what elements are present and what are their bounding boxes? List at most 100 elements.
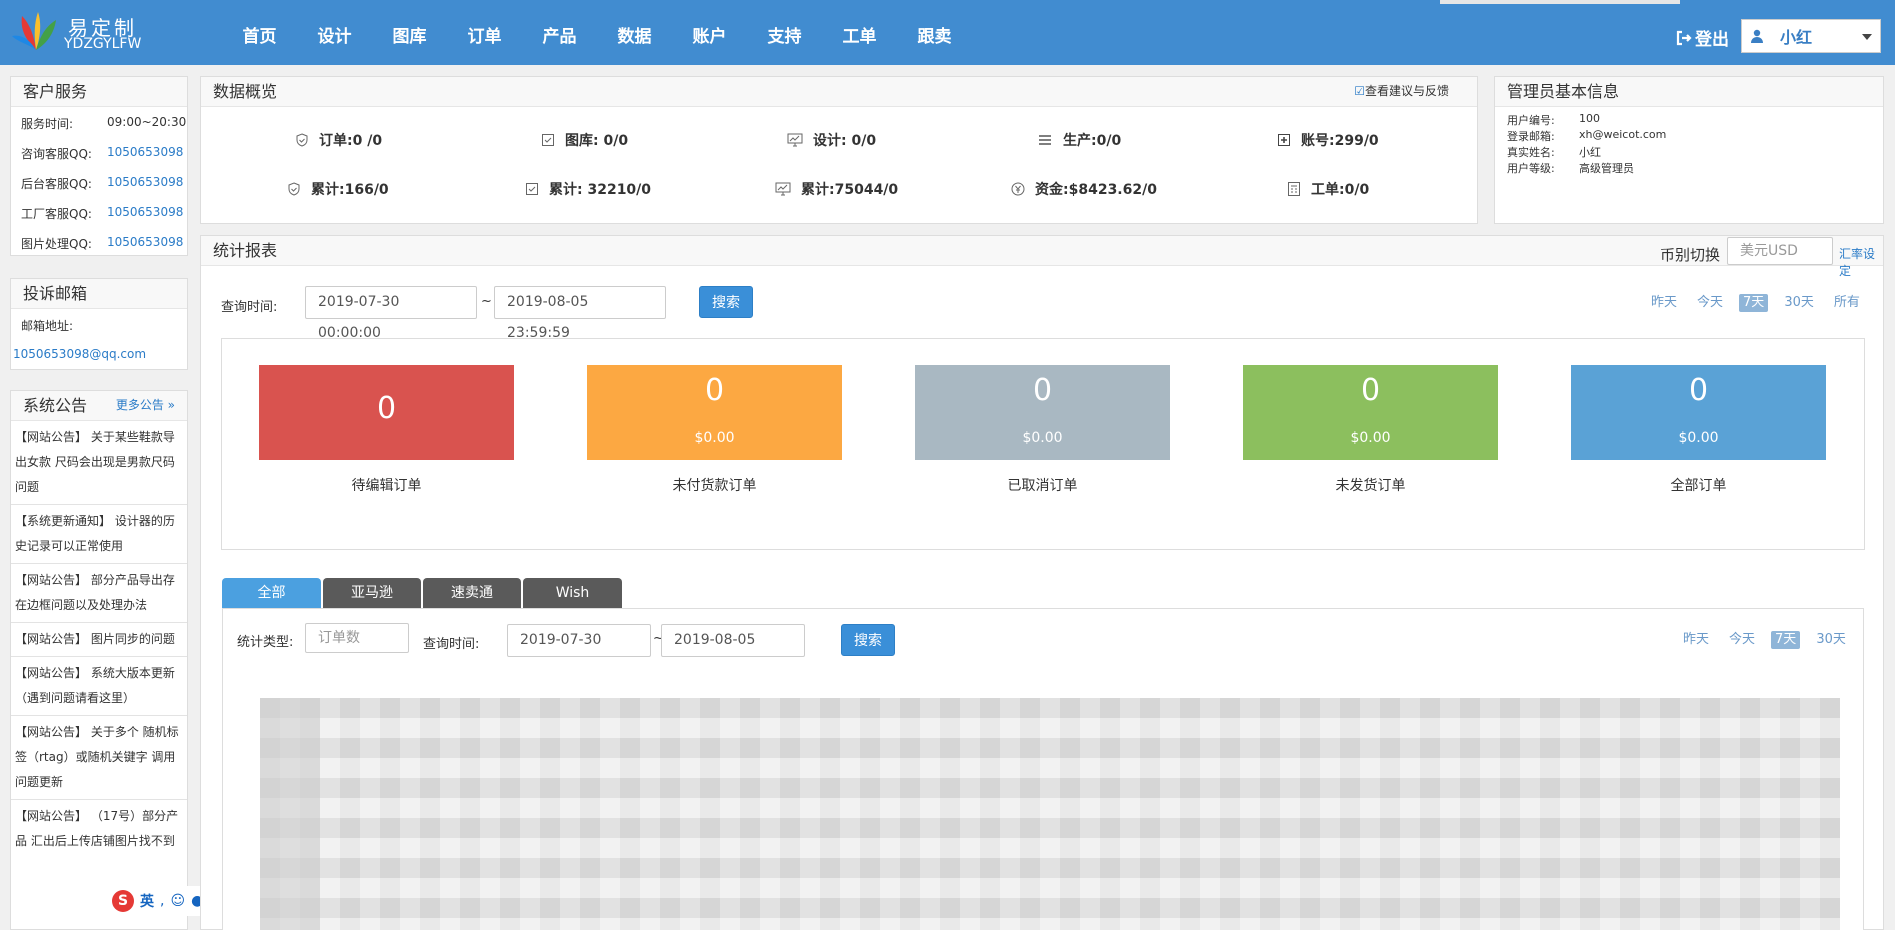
overview-funds: 资金:$8423.62/0	[1011, 179, 1157, 199]
range-today[interactable]: 今天	[1725, 631, 1759, 649]
feedback-label: 查看建议与反馈	[1364, 84, 1449, 98]
shield-check-icon	[288, 182, 300, 196]
card-unshipped-label: 未发货订单	[1335, 478, 1406, 494]
stat-type-select[interactable]: 订单数	[305, 623, 409, 653]
platform-start-date-input[interactable]: 2019-07-30	[507, 624, 651, 657]
edit-icon: ☑	[1354, 84, 1365, 98]
overview-gallery-total: 累计: 32210/0	[525, 179, 651, 199]
check-square-icon	[526, 183, 538, 195]
logout-label: 登出	[1695, 30, 1729, 50]
feedback-link[interactable]: ☑查看建议与反馈	[1354, 77, 1449, 106]
nav-follow-sell[interactable]: 跟卖	[897, 0, 972, 65]
logo[interactable]: 易定制 YDZGYLFW	[12, 10, 142, 56]
card-all-orders-count: 0	[1688, 373, 1709, 408]
announcement-item[interactable]: 【网站公告】 图片同步的问题	[11, 623, 187, 657]
ime-lang-toggle[interactable]: 英	[140, 891, 154, 911]
range-30days[interactable]: 30天	[1780, 294, 1818, 312]
announcement-item[interactable]: 【网站公告】 部分产品导出存在边框问题以及处理办法	[11, 564, 187, 623]
nav-data[interactable]: 数据	[597, 0, 672, 65]
report-range-selector: 昨天 今天 7天 30天 所有	[1647, 294, 1876, 312]
overview-funds-text: 资金:$8423.62/0	[1035, 182, 1157, 198]
exchange-rate-link[interactable]: 汇率设定	[1839, 245, 1883, 279]
complaint-email-link[interactable]: 1050653098@qq.com	[13, 347, 146, 361]
nav-products[interactable]: 产品	[522, 0, 597, 65]
tab-all[interactable]: 全部	[222, 578, 321, 608]
announcements-header: 系统公告 更多公告 »	[11, 391, 187, 421]
blurred-chart-area	[260, 698, 1840, 930]
card-unshipped-count: 0	[1360, 373, 1381, 408]
image-qq-link[interactable]: 1050653098	[107, 235, 183, 249]
announcement-item[interactable]: 【网站公告】 系统大版本更新（遇到问题请看这里）	[11, 657, 187, 716]
ime-punct-icon[interactable]: ,	[160, 893, 164, 909]
range-yesterday[interactable]: 昨天	[1647, 294, 1681, 312]
announcement-item[interactable]: 【网站公告】 关于多个 随机标签（rtag）或随机关键字 调用问题更新	[11, 716, 187, 800]
admin-level-label: 用户等级:	[1507, 162, 1555, 175]
range-7days[interactable]: 7天	[1739, 294, 1769, 312]
more-announcements-link[interactable]: 更多公告 »	[116, 391, 175, 420]
card-pending-edit[interactable]: 0	[259, 365, 514, 460]
nav-design[interactable]: 设计	[297, 0, 372, 65]
nav-tickets[interactable]: 工单	[822, 0, 897, 65]
tab-wish[interactable]: Wish	[523, 578, 622, 608]
overview-accounts: 账号:299/0	[1277, 130, 1379, 150]
order-cards-container: 0 0 $0.00 0 $0.00 0 $0.00 0 $0.00 待编辑订单 …	[221, 338, 1865, 550]
overview-design-text: 设计: 0/0	[813, 133, 877, 149]
range-all[interactable]: 所有	[1830, 294, 1864, 312]
overview-tickets: 工单:0/0	[1287, 179, 1369, 199]
card-unpaid-label: 未付货款订单	[672, 478, 757, 494]
tab-aliexpress[interactable]: 速卖通	[423, 578, 521, 608]
report-end-date-input[interactable]: 2019-08-05 23:59:59	[494, 286, 666, 341]
range-7days[interactable]: 7天	[1771, 631, 1801, 649]
currency-label: 币别切换	[1660, 246, 1721, 264]
range-yesterday[interactable]: 昨天	[1679, 631, 1713, 649]
range-30days[interactable]: 30天	[1812, 631, 1850, 649]
overview-gallery: 图库: 0/0	[541, 130, 628, 150]
ime-emoji-icon[interactable]: ☺	[170, 893, 185, 909]
announcements-title: 系统公告	[23, 396, 88, 415]
user-dropdown[interactable]: 小红	[1741, 19, 1881, 53]
admin-name-value: 小红	[1579, 146, 1601, 159]
monitor-chart-icon	[775, 182, 791, 196]
card-unpaid[interactable]: 0 $0.00	[587, 365, 842, 460]
card-unpaid-count: 0	[704, 373, 725, 408]
tab-amazon[interactable]: 亚马逊	[323, 578, 421, 608]
factory-qq-link[interactable]: 1050653098	[107, 205, 183, 219]
overview-tickets-text: 工单:0/0	[1311, 182, 1370, 198]
card-unshipped[interactable]: 0 $0.00	[1243, 365, 1498, 460]
nav-support[interactable]: 支持	[747, 0, 822, 65]
monitor-chart-icon	[787, 133, 803, 147]
announcement-item[interactable]: 【网站公告】 关于某些鞋款导出女款 尺码会出现是男款尺码问题	[11, 421, 187, 505]
announcement-item[interactable]: 【网站公告】 （17号）部分产品 汇出后上传店铺图片找不到	[11, 800, 187, 858]
platform-search-button[interactable]: 搜索	[841, 624, 895, 656]
card-all-orders[interactable]: 0 $0.00	[1571, 365, 1826, 460]
logout-button[interactable]: 登出	[1676, 25, 1729, 50]
platform-end-date-input[interactable]: 2019-08-05	[661, 624, 805, 657]
report-start-date-input[interactable]: 2019-07-30 00:00:00	[305, 286, 477, 341]
nav-orders[interactable]: 订单	[447, 0, 522, 65]
email-label: 邮箱地址:	[21, 319, 74, 333]
card-cancelled-label: 已取消订单	[1007, 478, 1078, 494]
report-query-label: 查询时间:	[221, 300, 278, 315]
overview-header: 数据概览 ☑查看建议与反馈	[201, 77, 1477, 107]
range-today[interactable]: 今天	[1693, 294, 1727, 312]
consult-qq-link[interactable]: 1050653098	[107, 145, 183, 159]
stat-type-label: 统计类型:	[237, 635, 294, 650]
chevron-down-icon	[1862, 34, 1872, 40]
customer-service-title: 客户服务	[11, 77, 187, 107]
report-title: 统计报表	[201, 236, 1883, 266]
report-search-button[interactable]: 搜索	[699, 286, 753, 318]
admin-name-label: 真实姓名:	[1507, 146, 1555, 159]
calculator-icon	[1288, 182, 1300, 196]
nav-gallery[interactable]: 图库	[372, 0, 447, 65]
nav-home[interactable]: 首页	[222, 0, 297, 65]
card-cancelled[interactable]: 0 $0.00	[915, 365, 1170, 460]
announcement-item[interactable]: 【系统更新通知】 设计器的历史记录可以正常使用	[11, 505, 187, 564]
nav-account[interactable]: 账户	[672, 0, 747, 65]
yen-circle-icon	[1011, 182, 1025, 196]
backend-qq-link[interactable]: 1050653098	[107, 175, 183, 189]
overview-orders-total: 累计:166/0	[287, 179, 389, 199]
overview-gallery-text: 图库: 0/0	[565, 133, 629, 149]
overview-orders-text: 订单:0 /0	[319, 133, 383, 149]
ime-logo-icon: S	[112, 890, 134, 912]
currency-select[interactable]: 美元USD	[1727, 237, 1833, 265]
